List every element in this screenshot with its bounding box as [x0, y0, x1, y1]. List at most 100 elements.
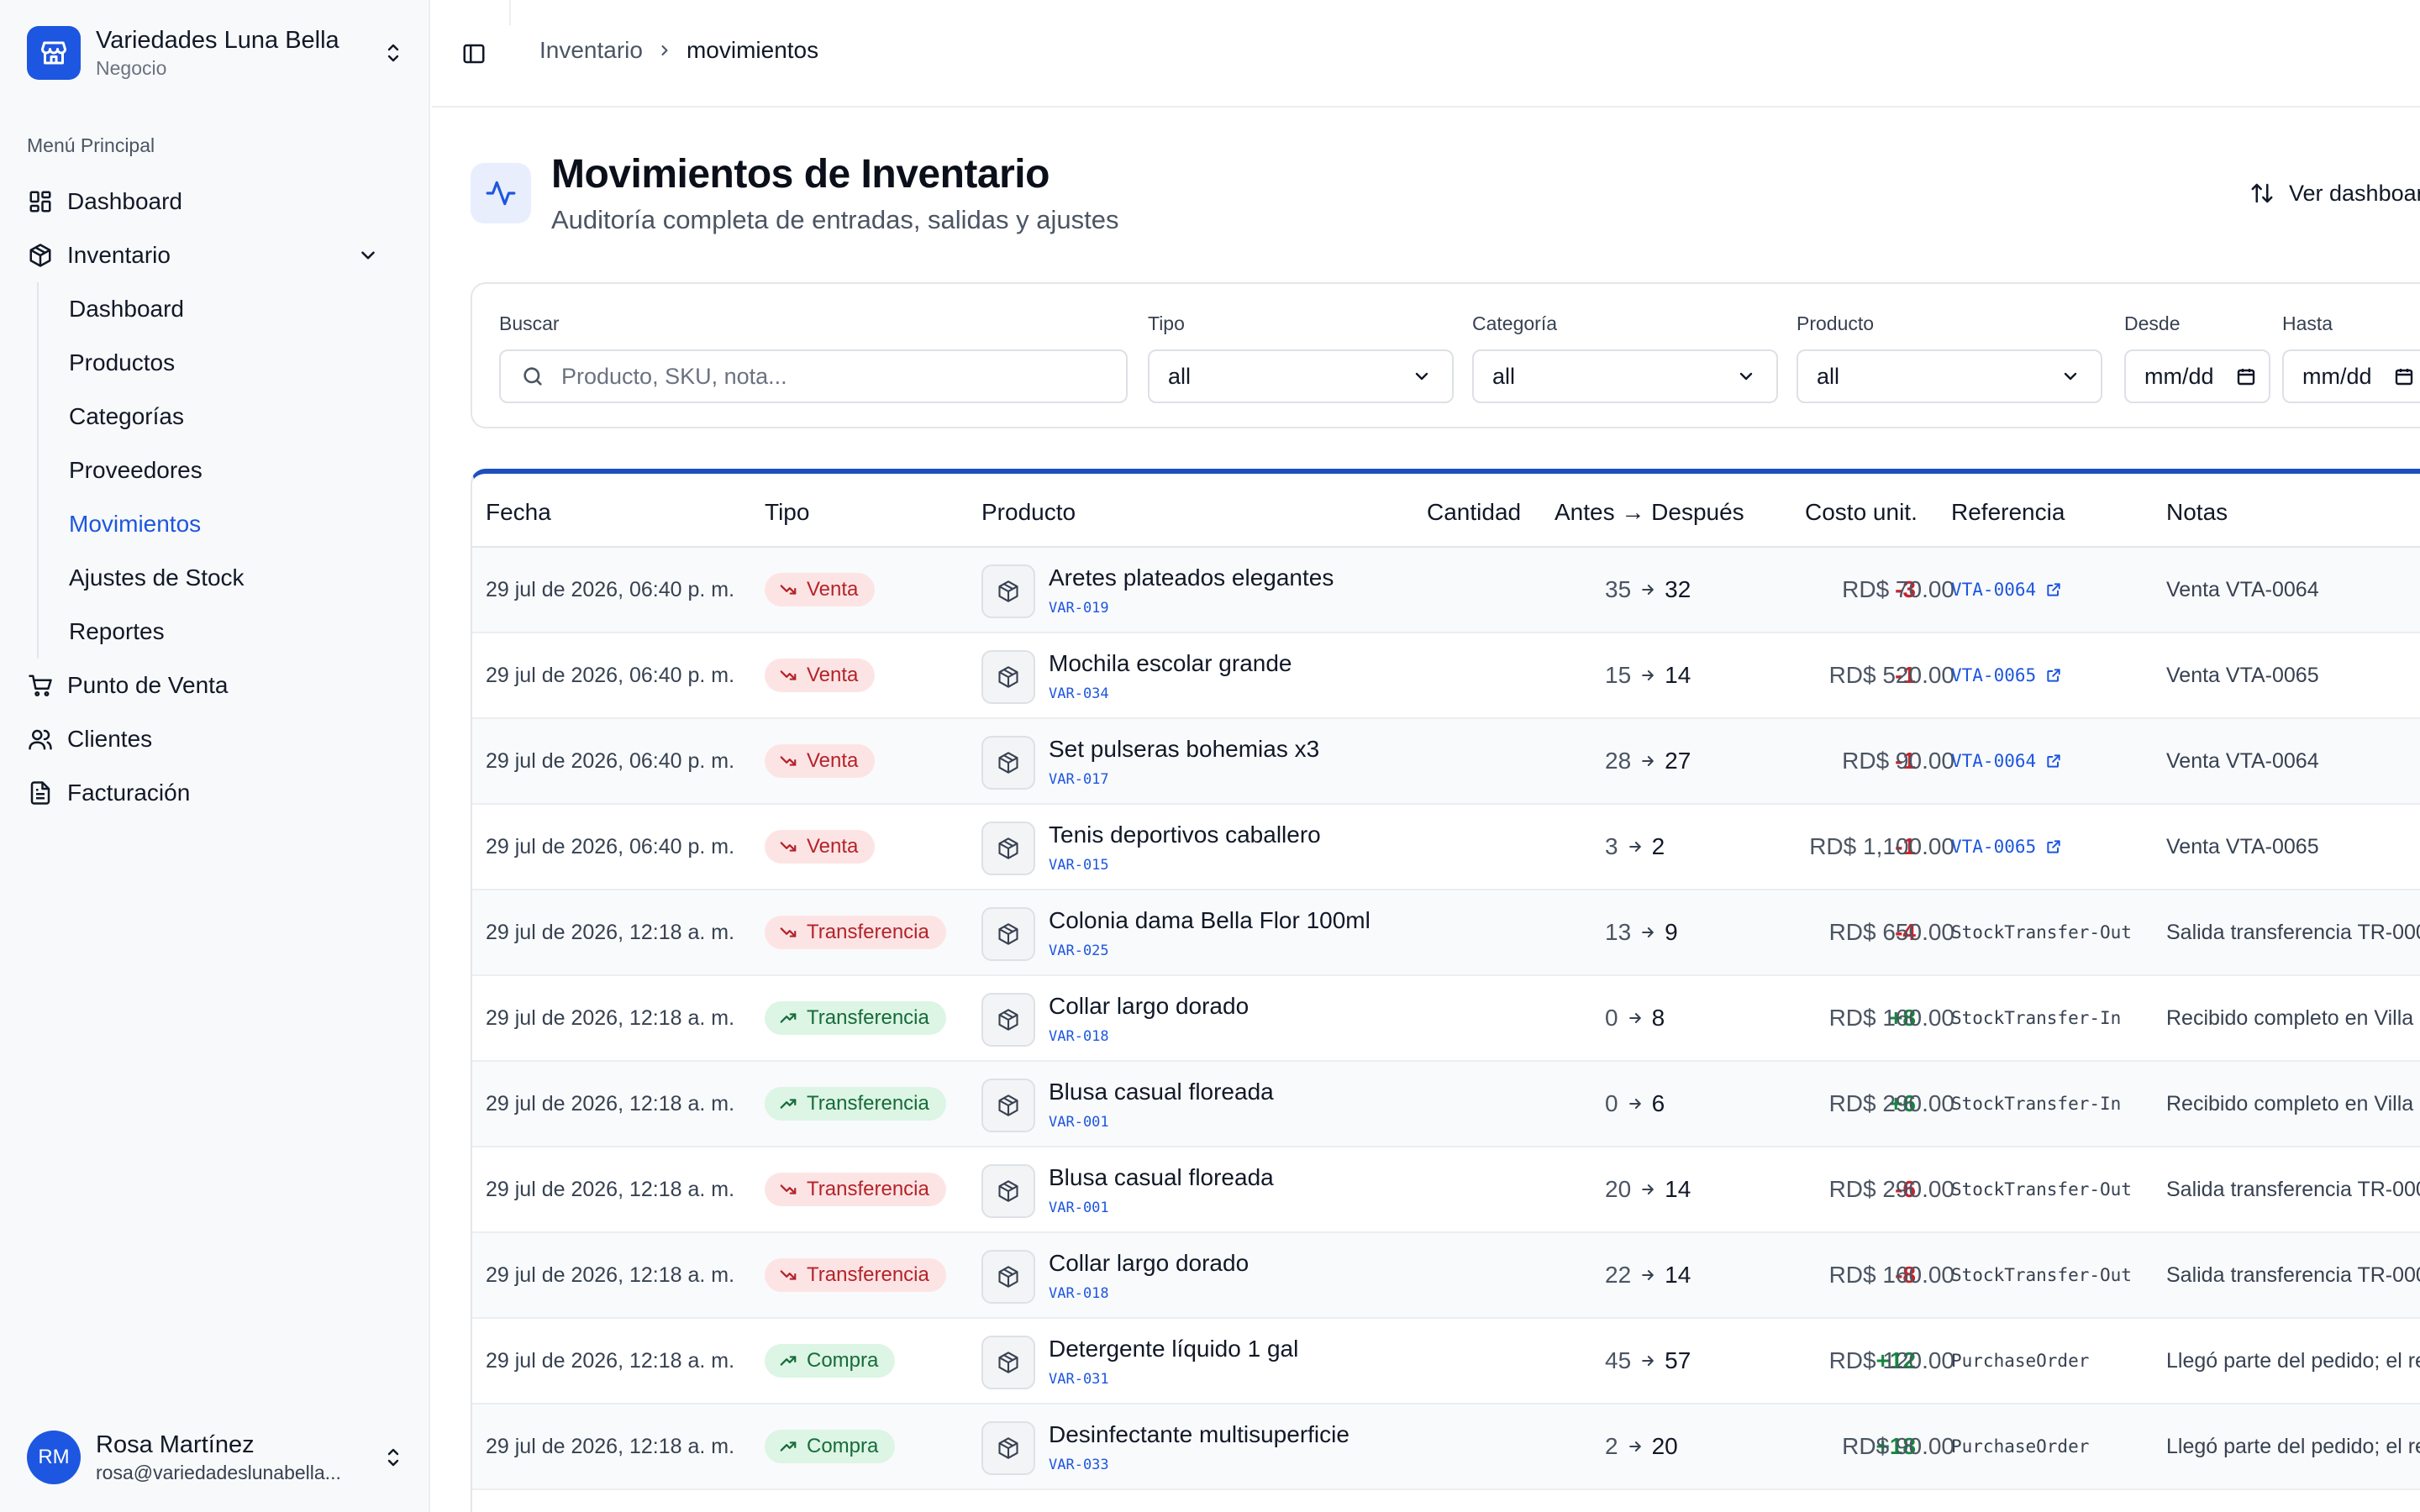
- product-name[interactable]: Collar largo dorado: [1049, 993, 1249, 1020]
- sidebar-item-label: Reportes: [69, 618, 165, 644]
- product-name[interactable]: Detergente líquido 1 gal: [1049, 1336, 1298, 1362]
- column-header-notas[interactable]: Notas: [2166, 499, 2228, 526]
- column-header-tipo[interactable]: Tipo: [765, 499, 809, 526]
- column-header-costo[interactable]: Costo unit.: [1805, 499, 1918, 526]
- product-name[interactable]: Colonia dama Bella Flor 100ml: [1049, 907, 1370, 934]
- product-sku: VAR-017: [1049, 771, 1109, 788]
- sidebar-item-inventario[interactable]: Inventario: [27, 228, 407, 282]
- stock-before: 13: [1605, 919, 1632, 945]
- product-name[interactable]: Mochila escolar grande: [1049, 650, 1292, 677]
- reference[interactable]: VTA-0064: [1951, 751, 2063, 771]
- breadcrumb: Inventario movimientos: [539, 37, 818, 64]
- movement-type-badge: Compra: [765, 1344, 896, 1378]
- table-row[interactable]: 29 jul de 2026, 12:18 a. m. Transferenci…: [472, 890, 2420, 976]
- sidebar-item-clientes[interactable]: Clientes: [27, 712, 407, 766]
- table-row[interactable]: 29 jul de 2026, 06:40 p. m. Venta Tenis …: [472, 805, 2420, 890]
- column-header-cantidad[interactable]: Cantidad: [1427, 499, 1521, 526]
- producto-select[interactable]: all: [1797, 349, 2102, 403]
- trending-down-icon: [778, 580, 798, 600]
- column-header-fecha[interactable]: Fecha: [486, 499, 551, 526]
- package-icon: [981, 1079, 1035, 1132]
- table-row[interactable]: 29 jul de 2026, 12:18 a. m. Transferenci…: [472, 1233, 2420, 1319]
- table-row[interactable]: 29 jul de 2026, 12:18 a. m. Transferenci…: [472, 1062, 2420, 1147]
- stock-before-after: 13 9: [1605, 919, 1678, 946]
- movement-notes: Venta VTA-0065: [2166, 835, 2319, 858]
- stock-before-after: 22 14: [1605, 1262, 1691, 1289]
- sidebar-item-label: Facturación: [67, 780, 191, 806]
- movement-notes: Venta VTA-0065: [2166, 664, 2319, 687]
- sidebar-subitem-ajustes-de-stock[interactable]: Ajustes de Stock: [69, 551, 407, 605]
- stock-before: 0: [1605, 1090, 1618, 1116]
- movement-date: 29 jul de 2026, 12:18 a. m.: [486, 1263, 735, 1287]
- trending-up-icon: [778, 1436, 798, 1457]
- breadcrumb-parent[interactable]: Inventario: [539, 37, 643, 64]
- movement-date: 29 jul de 2026, 12:18 a. m.: [486, 1092, 735, 1116]
- arrow-right-icon: [1639, 581, 1656, 598]
- package-icon: [981, 650, 1035, 704]
- table-row[interactable]: 29 jul de 2026, 12:18 a. m. Compra Desin…: [472, 1404, 2420, 1490]
- movement-date: 29 jul de 2026, 06:40 p. m.: [486, 835, 735, 858]
- movement-type-badge: Transferencia: [765, 1173, 946, 1206]
- view-dashboard-button[interactable]: Ver dashboard: [2249, 180, 2420, 207]
- table-row[interactable]: 29 jul de 2026, 12:18 a. m. Transferenci…: [472, 976, 2420, 1062]
- arrow-right-icon: [1639, 1352, 1656, 1369]
- sidebar-item-label: Dashboard: [67, 188, 182, 214]
- movement-notes: Salida transferencia TR-000: [2166, 1263, 2420, 1287]
- package-icon: [981, 1336, 1035, 1389]
- movement-type-label: Venta: [807, 835, 859, 858]
- sidebar-item-punto-de-venta[interactable]: Punto de Venta: [27, 659, 407, 712]
- sidebar-item-facturacion[interactable]: Facturación: [27, 766, 407, 820]
- product-name[interactable]: Aretes plateados elegantes: [1049, 564, 1334, 591]
- sidebar-subitem-productos[interactable]: Productos: [69, 336, 407, 390]
- sidebar-subitem-categorias[interactable]: Categorías: [69, 390, 407, 444]
- breadcrumb-current: movimientos: [686, 37, 819, 63]
- movement-type-label: Venta: [807, 578, 859, 601]
- table-row[interactable]: 29 jul de 2026, 12:18 a. m. Transferenci…: [472, 1147, 2420, 1233]
- arrow-right-icon: [1627, 1010, 1644, 1026]
- reference[interactable]: VTA-0065: [1951, 665, 2063, 685]
- reference[interactable]: VTA-0065: [1951, 837, 2063, 857]
- categoria-select[interactable]: all: [1472, 349, 1778, 403]
- chevron-down-icon[interactable]: [355, 242, 381, 269]
- sidebar-item-label: Ajustes de Stock: [69, 564, 245, 591]
- product-name[interactable]: Collar largo dorado: [1049, 1250, 1249, 1277]
- product-name[interactable]: Blusa casual floreada: [1049, 1164, 1274, 1191]
- hasta-date-input[interactable]: mm/dd: [2282, 349, 2420, 403]
- table-row[interactable]: 29 jul de 2026, 12:18 a. m. Compra Deter…: [472, 1319, 2420, 1404]
- movement-date: 29 jul de 2026, 12:18 a. m.: [486, 1349, 735, 1373]
- sidebar-item-label: Dashboard: [69, 296, 184, 322]
- reference: PurchaseOrder: [1951, 1436, 2089, 1457]
- product-name[interactable]: Desinfectante multisuperficie: [1049, 1421, 1349, 1448]
- sidebar-subitem-reportes[interactable]: Reportes: [69, 605, 407, 659]
- sidebar-item-label: Punto de Venta: [67, 672, 229, 698]
- table-row[interactable]: 29 jul de 2026, 06:40 p. m. Venta Aretes…: [472, 548, 2420, 633]
- desde-date-input[interactable]: mm/dd: [2124, 349, 2270, 403]
- product-name[interactable]: Blusa casual floreada: [1049, 1079, 1274, 1105]
- column-header-antes-despues[interactable]: Antes → Después: [1555, 499, 1744, 526]
- reference[interactable]: VTA-0064: [1951, 580, 2063, 600]
- movement-type-label: Transferencia: [807, 1006, 929, 1029]
- package-icon: [981, 907, 1035, 961]
- dashboard-grid-icon: [27, 188, 54, 215]
- sidebar-item-dashboard[interactable]: Dashboard: [27, 175, 407, 228]
- sidebar: Variedades Luna Bella Negocio Menú Princ…: [0, 0, 430, 1512]
- column-header-producto[interactable]: Producto: [981, 499, 1076, 526]
- product-sku: VAR-015: [1049, 857, 1109, 874]
- movements-table: Fecha Tipo Producto Cantidad Antes → Des…: [471, 469, 2420, 1512]
- sidebar-subitem-dashboard[interactable]: Dashboard: [69, 282, 407, 336]
- product-name[interactable]: Set pulseras bohemias x3: [1049, 736, 1319, 763]
- column-header-referencia[interactable]: Referencia: [1951, 499, 2065, 526]
- business-switcher[interactable]: Variedades Luna Bella Negocio: [27, 24, 407, 82]
- user-menu[interactable]: RM Rosa Martínez rosa@variedadeslunabell…: [27, 1428, 407, 1487]
- sidebar-subitem-proveedores[interactable]: Proveedores: [69, 444, 407, 497]
- activity-icon: [471, 163, 531, 223]
- search-input[interactable]: [561, 363, 1126, 390]
- table-row[interactable]: 29 jul de 2026, 06:40 p. m. Venta Mochil…: [472, 633, 2420, 719]
- product-name[interactable]: Tenis deportivos caballero: [1049, 822, 1321, 848]
- tipo-select[interactable]: all: [1148, 349, 1454, 403]
- sidebar-subitem-movimientos[interactable]: Movimientos: [69, 497, 407, 551]
- sidebar-toggle-icon[interactable]: [459, 39, 489, 69]
- table-row[interactable]: 29 jul de 2026, 06:40 p. m. Venta Set pu…: [472, 719, 2420, 805]
- stock-before-after: 28 27: [1605, 748, 1691, 774]
- search-field[interactable]: [499, 349, 1128, 403]
